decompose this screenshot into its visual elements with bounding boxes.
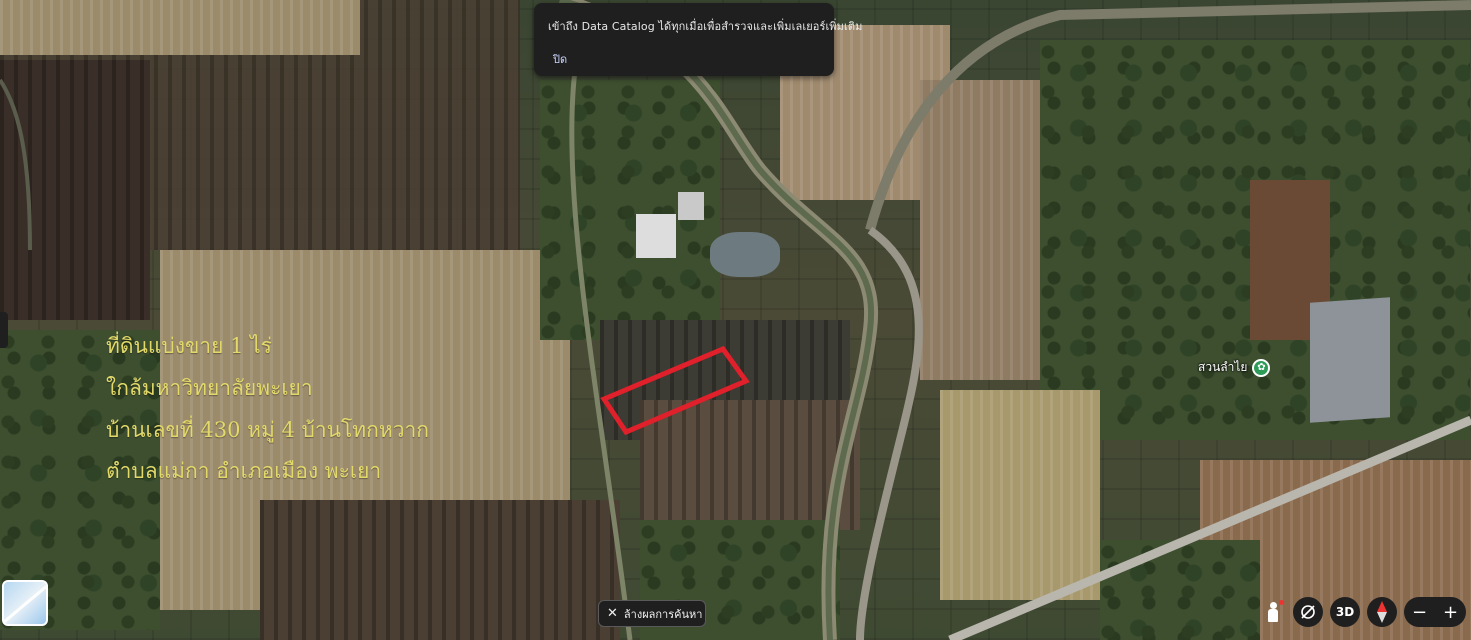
zoom-controls: − + [1404,597,1466,627]
notification-close-button[interactable]: ปิด [553,50,567,68]
listing-district: ตำบลแม่กา อำเภอเมือง พะเยา [106,459,382,483]
place-name: สวนลำไย [1198,360,1248,374]
compass-button[interactable] [1367,597,1397,627]
rotate-icon [1301,605,1315,619]
view-3d-button[interactable]: 3D [1330,597,1360,627]
pegman-icon[interactable] [1258,597,1288,627]
layers-toggle-button[interactable] [2,580,48,626]
map-thumbnail-road [4,583,46,624]
listing-address: บ้านเลขที่ 430 หมู่ 4 บ้านโทกหวาก [106,418,430,442]
park-pin-icon[interactable]: ✿ [1252,358,1271,377]
zoom-in-button[interactable]: + [1443,602,1458,623]
notification-toast: เข้าถึง Data Catalog ได้ทุกเมื่อเพื่อสำร… [534,3,862,76]
rotate-button[interactable] [1293,597,1323,627]
place-marker[interactable]: สวนลำไย ✿ [1198,358,1271,377]
clear-search-label: ล้างผลการค้นหา [623,607,703,621]
listing-title: ที่ดินแบ่งขาย 1 ไร่ [106,334,272,358]
map-roads [0,0,1471,640]
notification-message: เข้าถึง Data Catalog ได้ทุกเมื่อเพื่อสำร… [548,20,863,33]
satellite-map[interactable] [0,0,1471,640]
listing-nearby: ใกล้มหาวิทยาลัยพะเยา [106,376,313,400]
clear-search-button[interactable]: ✕ ล้างผลการค้นหา [598,600,706,627]
zoom-out-button[interactable]: − [1412,602,1427,623]
side-panel-handle[interactable] [0,312,8,348]
compass-icon [1377,601,1387,623]
close-icon: ✕ [607,606,618,621]
